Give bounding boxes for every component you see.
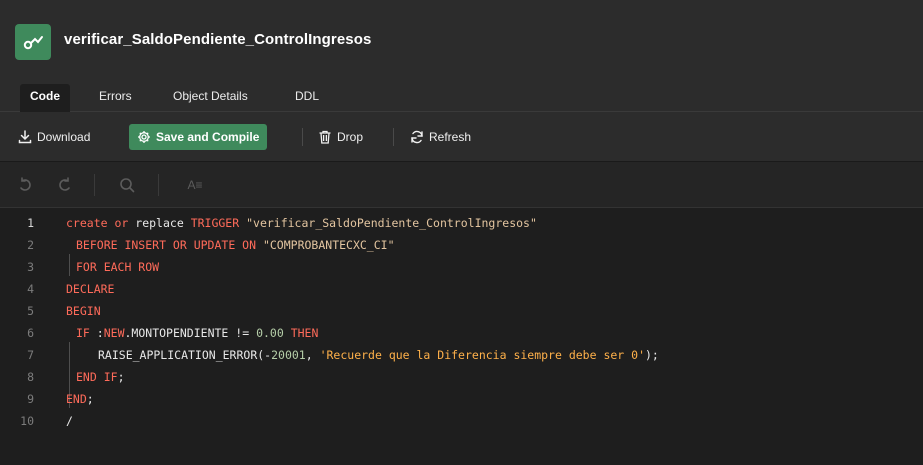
code-token: / [66,414,73,428]
code-text: / [66,410,73,432]
tab-object-details[interactable]: Object Details [163,84,258,112]
code-text: BEGIN [66,300,101,322]
line-number: 3 [27,260,34,274]
editor-toolbar: A≡ [0,162,923,208]
code-token: "COMPROBANTECXC_CI" [262,238,395,252]
code-token: replace [135,216,184,230]
code-line: 2 BEFORE INSERT OR UPDATE ON "COMPROBANTE… [0,234,923,256]
code-token: BEGIN [66,304,101,318]
code-text: IF :NEW.MONTOPENDIENTE != 0.00 THEN [76,322,318,344]
line-number: 5 [27,304,34,318]
code-text: END IF; [76,366,125,388]
drop-button[interactable]: Drop [312,124,369,150]
code-token: RAISE_APPLICATION_ERROR(- [98,348,272,362]
code-line: 10 / [0,410,923,432]
line-number: 9 [27,392,34,406]
toolbar-divider [302,128,303,146]
code-text: FOR EACH ROW [76,256,159,278]
refresh-icon [411,130,423,144]
line-number: 10 [20,414,34,428]
code-line: 6 IF :NEW.MONTOPENDIENTE != 0.00 THEN [0,322,923,344]
code-token: create [66,216,108,230]
line-number: 2 [27,238,34,252]
line-number: 8 [27,370,34,384]
code-token: 20001 [271,348,306,362]
line-number: 6 [27,326,34,340]
code-editor[interactable]: 1 create or replace TRIGGER "verificar_Sa… [0,208,923,465]
code-text: RAISE_APPLICATION_ERROR(-20001, 'Recuerd… [98,344,659,366]
redo-icon[interactable] [54,174,76,196]
refresh-button[interactable]: Refresh [404,124,477,150]
gear-icon [138,131,150,143]
code-text: BEFORE INSERT OR UPDATE ON "COMPROBANTEC… [76,234,395,256]
object-header: verificar_SaldoPendiente_ControlIngresos [0,0,923,74]
code-text: create or replace TRIGGER "verificar_Sal… [66,212,537,234]
code-token: IF [103,370,118,384]
code-token: : [89,326,104,340]
tab-ddl[interactable]: DDL [285,84,329,112]
line-number: 4 [27,282,34,296]
save-and-compile-button[interactable]: Save and Compile [129,124,268,150]
refresh-label: Refresh [429,130,472,144]
object-title: verificar_SaldoPendiente_ControlIngresos [64,31,372,48]
drop-label: Drop [337,130,364,144]
save-and-compile-label: Save and Compile [156,130,260,144]
search-icon[interactable] [116,174,138,196]
code-token: 0.00 [256,326,284,340]
toolbar-divider [393,128,394,146]
tab-code[interactable]: Code [20,84,70,112]
code-token: IF [76,326,90,340]
code-token: THEN [290,326,319,340]
code-token: ; [117,370,125,384]
format-code-button[interactable]: A≡ [180,174,210,196]
code-token: .MONTOPENDIENTE != [124,326,257,340]
code-token: END [76,370,97,384]
download-button[interactable]: Download [12,124,96,150]
trigger-icon [15,24,51,60]
line-number: 7 [27,348,34,362]
code-token: or [114,216,129,230]
code-line: 1 create or replace TRIGGER "verificar_Sa… [0,212,923,234]
line-number: 1 [27,216,34,230]
code-token: FOR EACH ROW [76,260,160,274]
code-line: 3 FOR EACH ROW [0,256,923,278]
code-token: "verificar_SaldoPendiente_ControlIngreso… [246,216,537,230]
code-token: NEW [103,326,125,340]
code-token: ; [86,392,94,406]
code-text: DECLARE [66,278,114,300]
code-line: 9 END; [0,388,923,410]
code-token: BEFORE INSERT OR UPDATE ON [76,238,257,252]
editor-toolbar-divider [158,174,159,196]
tab-errors[interactable]: Errors [89,84,142,112]
code-line: 4 DECLARE [0,278,923,300]
code-line: 7 RAISE_APPLICATION_ERROR(-20001, 'Recuer… [0,344,923,366]
download-label: Download [37,130,91,144]
code-text: END; [66,388,94,410]
code-token: END [66,392,87,406]
download-icon [18,130,32,144]
code-token: DECLARE [66,282,115,296]
tab-bar: Code Errors Object Details DDL [0,74,923,112]
action-toolbar: Download Save and Compile Drop Refresh [0,112,923,162]
editor-toolbar-divider [94,174,95,196]
code-line: 8 END IF; [0,366,923,388]
code-token: ); [645,348,659,362]
code-token: , [305,348,320,362]
code-token: 'Recuerde que la Diferencia siempre debe… [319,348,645,362]
code-line: 5 BEGIN [0,300,923,322]
undo-icon[interactable] [14,174,36,196]
code-token: TRIGGER [190,216,240,230]
trash-icon [319,130,331,144]
